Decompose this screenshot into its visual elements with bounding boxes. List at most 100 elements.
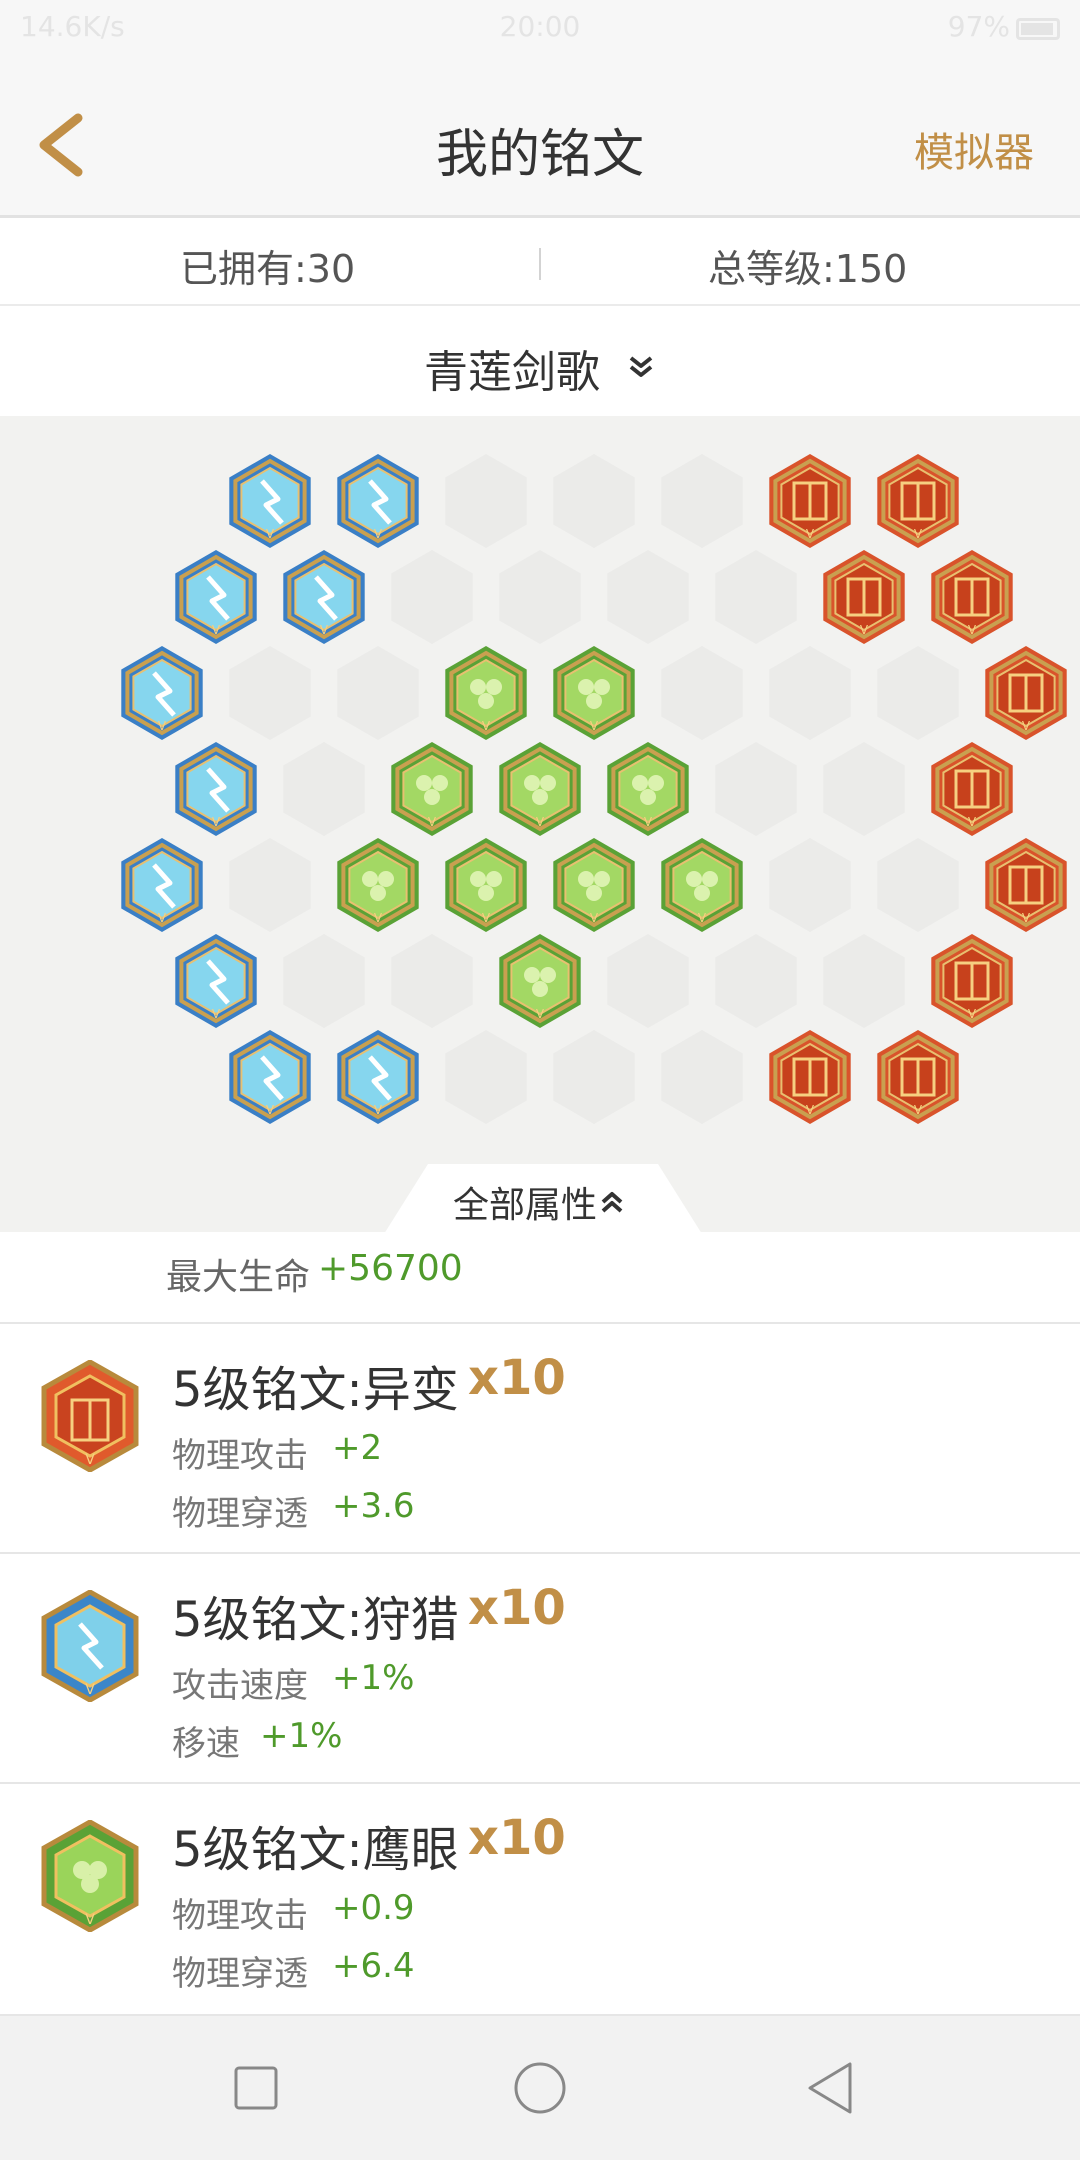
green-rune-icon[interactable]: V <box>499 934 581 1028</box>
empty-rune-slot[interactable] <box>715 550 797 644</box>
empty-rune-slot[interactable] <box>877 838 959 932</box>
rune-row[interactable]: V 5级铭文:狩猎 x10 攻击速度 +1% 移速 +1% <box>0 1554 1080 1784</box>
blue-rune-icon[interactable]: V <box>175 550 257 644</box>
green-rune-icon[interactable]: V <box>553 646 635 740</box>
rune-attr-label: 攻击速度 <box>172 1666 308 1706</box>
svg-text:V: V <box>698 911 707 925</box>
empty-rune-slot[interactable] <box>661 646 743 740</box>
empty-rune-slot[interactable] <box>823 934 905 1028</box>
blue-rune-icon[interactable]: V <box>283 550 365 644</box>
empty-rune-slot[interactable] <box>877 646 959 740</box>
empty-rune-slot[interactable] <box>715 934 797 1028</box>
rune-attr-value: +6.4 <box>332 1946 415 1986</box>
empty-rune-slot[interactable] <box>715 742 797 836</box>
all-attributes-label: 全部属性 <box>453 1185 598 1226</box>
svg-text:V: V <box>968 1007 977 1021</box>
square-icon[interactable] <box>226 2058 286 2118</box>
empty-rune-slot[interactable] <box>661 1030 743 1124</box>
empty-rune-slot[interactable] <box>445 1030 527 1124</box>
svg-text:V: V <box>85 1912 95 1928</box>
empty-rune-slot[interactable] <box>391 934 473 1028</box>
empty-rune-slot[interactable] <box>661 454 743 548</box>
svg-text:V: V <box>590 911 599 925</box>
blue-rune-icon[interactable]: V <box>121 838 203 932</box>
red-rune-icon[interactable]: V <box>931 934 1013 1028</box>
red-rune-icon[interactable]: V <box>931 742 1013 836</box>
empty-rune-slot[interactable] <box>337 646 419 740</box>
red-rune-icon[interactable]: V <box>931 550 1013 644</box>
blue-rune-icon[interactable]: V <box>175 934 257 1028</box>
rune-row[interactable]: V 5级铭文:鹰眼 x10 物理攻击 +0.9 物理穿透 +6.4 <box>0 1784 1080 2016</box>
summary-label: 最大生命 <box>166 1257 311 1298</box>
empty-rune-slot[interactable] <box>499 550 581 644</box>
empty-rune-slot[interactable] <box>229 646 311 740</box>
simulator-button[interactable]: 模拟器 <box>914 120 1034 178</box>
empty-rune-slot[interactable] <box>769 646 851 740</box>
green-rune-icon[interactable]: V <box>445 838 527 932</box>
green-rune-icon[interactable]: V <box>661 838 743 932</box>
rune-attr-value: +1% <box>260 1716 343 1756</box>
svg-text:V: V <box>968 623 977 637</box>
svg-text:V: V <box>482 911 491 925</box>
svg-text:V: V <box>212 815 221 829</box>
empty-rune-slot[interactable] <box>607 550 689 644</box>
blue-rune-icon[interactable]: V <box>229 454 311 548</box>
red-rune-icon[interactable]: V <box>985 838 1067 932</box>
empty-rune-slot[interactable] <box>445 454 527 548</box>
blue-rune-icon[interactable]: V <box>337 454 419 548</box>
green-rune-icon[interactable]: V <box>607 742 689 836</box>
green-rune-icon[interactable]: V <box>553 838 635 932</box>
rune-attr-value: +0.9 <box>332 1888 415 1928</box>
page-selector[interactable]: 青莲剑歌 <box>0 306 1080 416</box>
rune-grid: V V V V V V V V V V V V V V V V V V V V V V V V V V V V V V <box>0 416 1080 1232</box>
svg-text:V: V <box>158 719 167 733</box>
stats-bar: 已拥有:30 总等级:150 <box>0 218 1080 306</box>
empty-rune-slot[interactable] <box>553 454 635 548</box>
rune-count: x10 <box>468 1580 566 1636</box>
empty-rune-slot[interactable] <box>283 934 365 1028</box>
blue-rune-icon[interactable]: V <box>229 1030 311 1124</box>
red-rune-icon[interactable]: V <box>823 550 905 644</box>
blue-rune-icon[interactable]: V <box>121 646 203 740</box>
empty-rune-slot[interactable] <box>607 934 689 1028</box>
red-rune-icon[interactable]: V <box>769 1030 851 1124</box>
red-rune-icon[interactable]: V <box>877 454 959 548</box>
selected-page-label: 青莲剑歌 <box>424 347 600 398</box>
svg-text:V: V <box>482 719 491 733</box>
rune-row[interactable]: V 5级铭文:异变 x10 物理攻击 +2 物理穿透 +3.6 <box>0 1324 1080 1554</box>
red-rune-icon[interactable]: V <box>877 1030 959 1124</box>
battery-percent: 97% <box>947 10 1010 43</box>
green-rune-icon[interactable]: V <box>445 646 527 740</box>
empty-rune-slot[interactable] <box>769 838 851 932</box>
empty-rune-slot[interactable] <box>391 550 473 644</box>
svg-text:V: V <box>914 527 923 541</box>
green-rune-icon[interactable]: V <box>337 838 419 932</box>
red-rune-icon[interactable]: V <box>769 454 851 548</box>
svg-text:V: V <box>374 911 383 925</box>
battery-icon <box>1016 18 1060 40</box>
svg-text:V: V <box>1022 719 1031 733</box>
app-header: 我的铭文 模拟器 <box>0 60 1080 218</box>
blue-rune-icon[interactable]: V <box>337 1030 419 1124</box>
svg-text:V: V <box>266 1103 275 1117</box>
green-rune-icon: V <box>41 1820 139 1932</box>
red-rune-icon: V <box>41 1360 139 1472</box>
triangle-back-icon[interactable] <box>800 2058 860 2118</box>
attribute-summary: 最大生命 +56700 <box>0 1232 1080 1324</box>
red-rune-icon[interactable]: V <box>985 646 1067 740</box>
rune-attr-label: 物理穿透 <box>172 1494 308 1534</box>
empty-rune-slot[interactable] <box>553 1030 635 1124</box>
green-rune-icon[interactable]: V <box>499 742 581 836</box>
circle-icon[interactable] <box>510 2058 570 2118</box>
green-rune-icon[interactable]: V <box>391 742 473 836</box>
svg-text:V: V <box>806 527 815 541</box>
empty-rune-slot[interactable] <box>229 838 311 932</box>
blue-rune-icon[interactable]: V <box>175 742 257 836</box>
svg-text:V: V <box>590 719 599 733</box>
empty-rune-slot[interactable] <box>283 742 365 836</box>
rune-name: 5级铭文:鹰眼 <box>172 1822 459 1878</box>
svg-text:V: V <box>85 1452 95 1468</box>
rune-name: 5级铭文:异变 <box>172 1362 459 1418</box>
rune-attr-label: 物理攻击 <box>172 1436 308 1476</box>
empty-rune-slot[interactable] <box>823 742 905 836</box>
